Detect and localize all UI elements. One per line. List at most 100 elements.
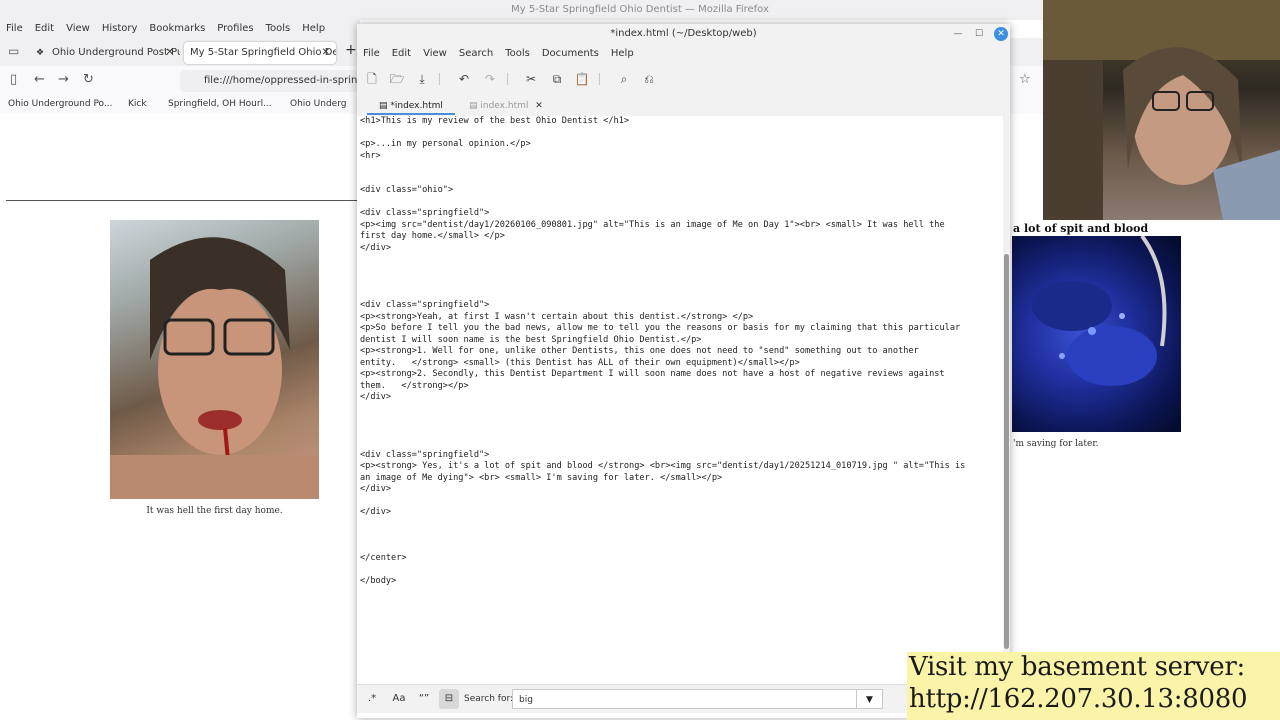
code-line: them. </strong></p> <box>360 380 469 391</box>
code-editor[interactable]: <h1>This is my review of the best Ohio D… <box>357 116 1003 679</box>
bookmark-ohio-underground-2[interactable]: Ohio Underg <box>290 99 346 109</box>
code-line: <p><img src="dentist/day1/20260106_09080… <box>360 219 945 230</box>
ff-menu-bookmarks[interactable]: Bookmarks <box>143 20 211 38</box>
close-icon[interactable]: ✕ <box>994 27 1008 41</box>
code-line: <p><strong>1. Well for one, unlike other… <box>360 346 919 356</box>
paste-icon[interactable]: 📋 <box>573 70 591 88</box>
code-line: an image of Me dying"> <br> <small> I'm … <box>360 472 723 483</box>
g-menu-documents[interactable]: Documents <box>536 44 605 64</box>
redo-icon[interactable]: ↷ <box>481 70 499 88</box>
gedit-tab-bar: ▤ *index.html ✕ ▤ index.html ✕ <box>357 94 1010 129</box>
ff-menu-profiles[interactable]: Profiles <box>211 20 259 38</box>
g-menu-tools[interactable]: Tools <box>499 44 536 64</box>
code-line: <div class="ohio"> <box>360 185 454 195</box>
gedit-tab-label: *index.html <box>390 101 443 111</box>
code-line: <p>So before I tell you the bad news, al… <box>360 323 961 333</box>
open-folder-icon[interactable]: 🗁 <box>388 70 406 88</box>
undo-icon[interactable]: ↶ <box>455 70 473 88</box>
search-icon[interactable]: ⌕ <box>615 70 633 88</box>
ff-menu-view[interactable]: View <box>60 20 96 38</box>
code-line: <p><strong> Yes, it's a lot of spit and … <box>360 461 966 471</box>
code-line: </div> <box>360 507 392 517</box>
close-icon[interactable]: ✕ <box>166 42 174 64</box>
code-line: <div class="springfield"> <box>360 300 490 310</box>
cut-icon[interactable]: ✂ <box>522 70 540 88</box>
minimize-icon[interactable]: — <box>951 27 965 41</box>
new-tab-button[interactable]: + <box>345 42 357 58</box>
code-line: dentist I will soon name is the best Spr… <box>360 334 702 345</box>
match-case-toggle[interactable]: Aa <box>389 689 409 709</box>
code-line: <p>...in my personal opinion.</p> <box>360 139 531 149</box>
copy-icon[interactable]: ⧉ <box>548 70 566 88</box>
ff-menu-history[interactable]: History <box>96 20 144 38</box>
g-menu-view[interactable]: View <box>417 44 453 64</box>
code-line: <p><strong>Yeah, at first I wasn't certa… <box>360 311 754 322</box>
footprint-icon: ❖ <box>36 48 45 58</box>
wrap-toggle-icon[interactable]: ⊟ <box>439 689 459 709</box>
whole-word-toggle[interactable]: “” <box>414 689 434 709</box>
code-line: <p><strong>2. Secondly, this Dentist Dep… <box>360 369 945 379</box>
ff-menu-edit[interactable]: Edit <box>29 20 60 38</box>
bookmark-kick[interactable]: Kick <box>128 99 147 109</box>
gedit-tab-label: index.html <box>480 101 529 111</box>
g-menu-file[interactable]: File <box>357 44 386 64</box>
gedit-window: *index.html (~/Desktop/web) — ☐ ✕ File Ed… <box>357 24 1010 718</box>
gedit-title-bar: *index.html (~/Desktop/web) <box>357 24 1010 44</box>
save-download-icon[interactable]: ⤓ <box>413 70 431 88</box>
gedit-menu-bar: File Edit View Search Tools Documents Help <box>357 44 1010 64</box>
chevron-down-icon[interactable]: ▼ <box>857 689 883 709</box>
g-menu-search[interactable]: Search <box>453 44 499 64</box>
new-document-icon[interactable]: 🗋 <box>363 70 381 88</box>
dentist-day1-photo <box>110 220 319 499</box>
maximize-icon[interactable]: ☐ <box>972 27 986 41</box>
webcam-overlay <box>1043 0 1280 220</box>
bookmark-star-icon[interactable]: ☆ <box>1019 72 1031 87</box>
forward-icon[interactable]: → <box>58 72 69 87</box>
tab-list-icon[interactable]: ▭ <box>8 44 19 58</box>
code-line: first day home.</small> </p> <box>360 231 505 241</box>
bookmark-ohio-underground[interactable]: Ohio Underground Po... <box>8 99 112 109</box>
ff-menu-file[interactable]: File <box>0 20 29 38</box>
g-menu-help[interactable]: Help <box>605 44 640 64</box>
code-line: <h1>This is my review of the best Ohio D… <box>360 116 630 126</box>
banner-line2: http://162.207.30.13:8080 <box>909 684 1248 714</box>
code-line: </body> <box>360 576 397 586</box>
reload-icon[interactable]: ↻ <box>83 72 94 87</box>
url-bar[interactable]: file:///home/oppressed-in-springfie <box>180 70 360 92</box>
page-horizontal-rule <box>6 200 358 201</box>
regex-toggle[interactable]: .* <box>362 689 382 709</box>
spit-and-blood-heading: a lot of spit and blood <box>1013 222 1149 235</box>
bookmark-springfield-hourly[interactable]: Springfield, OH Hourl... <box>168 99 272 109</box>
code-line: </div> <box>360 242 392 253</box>
ff-tab-ohio-underground[interactable]: ❖ Ohio Underground Post Pub ✕ <box>30 42 180 64</box>
ff-tab-dentist[interactable]: My 5-Star Springfield Ohio Dent ✕ <box>184 42 336 64</box>
back-icon[interactable]: ← <box>34 72 45 87</box>
ff-tab-label: Ohio Underground Post Pub <box>52 47 180 58</box>
close-icon[interactable]: ✕ <box>535 101 543 111</box>
toolbar-separator <box>599 73 600 85</box>
firefox-menu-bar: File Edit View History Bookmarks Profiles Tool… <box>0 20 360 38</box>
code-line: </div> <box>360 392 392 402</box>
file-icon: ▤ <box>379 101 388 111</box>
ff-menu-tools[interactable]: Tools <box>260 20 297 38</box>
gedit-toolbar: 🗋 🗁 ⤓ ↶ ↷ ✂ ⧉ 📋 ⌕ ⎌ <box>357 64 1010 94</box>
ff-menu-help[interactable]: Help <box>296 20 331 38</box>
replace-icon[interactable]: ⎌ <box>640 70 658 88</box>
code-line: <div class="springfield"> <box>360 449 490 460</box>
gedit-tab-active[interactable]: ▤ *index.html ✕ <box>367 97 455 129</box>
code-line: <div class="springfield"> <box>360 208 490 218</box>
banner-line1: Visit my basement server: <box>909 652 1245 682</box>
code-line: </div> <box>360 484 392 494</box>
caption-day1: It was hell the first day home. <box>146 506 283 516</box>
search-input[interactable]: big <box>512 689 857 709</box>
sidebar-icon[interactable]: ▯ <box>10 72 17 87</box>
close-icon[interactable]: ✕ <box>322 42 330 64</box>
server-banner: Visit my basement server: http://162.207… <box>907 652 1280 720</box>
code-line: entity. </strong> <small> (this Dentist … <box>360 357 800 368</box>
g-menu-edit[interactable]: Edit <box>386 44 417 64</box>
toolbar-separator <box>439 73 440 85</box>
code-line: <hr> <box>360 150 381 161</box>
editor-scrollbar-thumb[interactable] <box>1004 254 1009 649</box>
gedit-tab-inactive[interactable]: ▤ index.html ✕ <box>457 97 547 115</box>
toolbar-separator <box>507 73 508 85</box>
